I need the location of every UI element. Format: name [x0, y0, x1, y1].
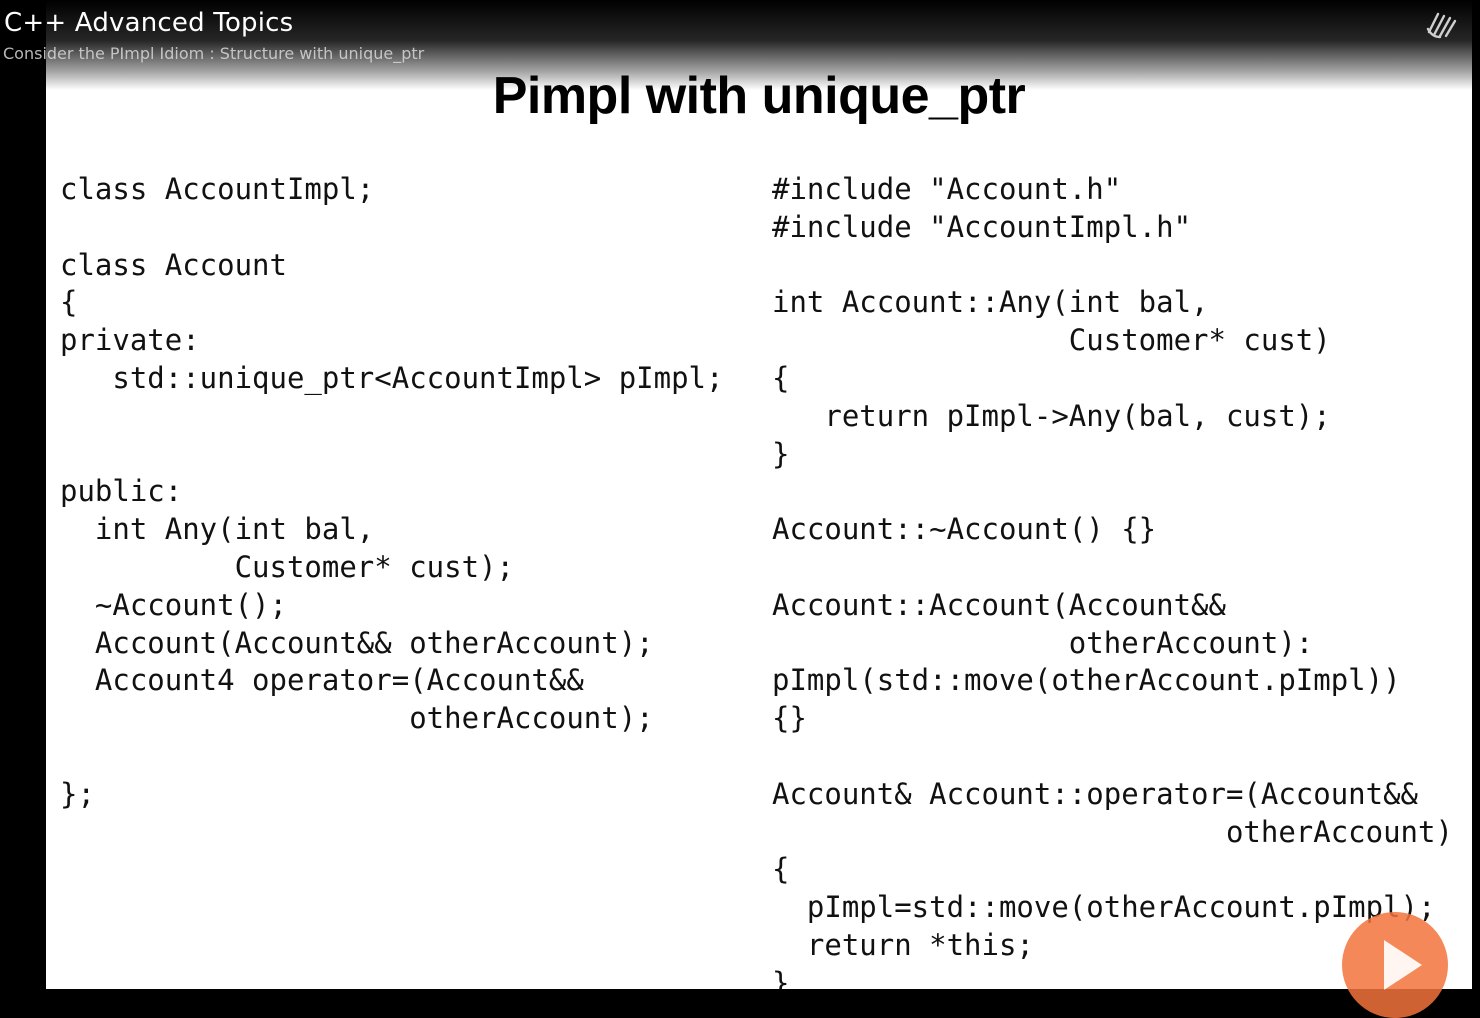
code-line: ~Account();	[60, 587, 287, 622]
code-line: Account::~Account() {}	[772, 512, 1157, 547]
code-line: class Account	[60, 247, 287, 282]
code-line: private:	[60, 323, 200, 358]
module-title: Consider the PImpl Idiom : Structure wit…	[3, 44, 425, 63]
code-line: otherAccount);	[60, 701, 654, 736]
code-line: std::unique_ptr<AccountImpl> pImpl;	[60, 360, 724, 395]
code-line: Customer* cust);	[60, 549, 514, 584]
code-line: Account(Account&& otherAccount);	[60, 625, 654, 660]
code-line: {	[772, 360, 790, 395]
code-line: otherAccount)	[772, 814, 1453, 849]
code-line: }	[772, 436, 790, 471]
play-button[interactable]	[1342, 912, 1448, 1018]
code-line: otherAccount):	[772, 625, 1314, 660]
code-line: return pImpl->Any(bal, cust);	[772, 398, 1331, 433]
code-line: pImpl=std::move(otherAccount.pImpl);	[772, 890, 1436, 925]
slide: Pimpl with unique_ptr class AccountImpl;…	[46, 0, 1472, 989]
code-line: #include "Account.h"	[772, 172, 1122, 206]
code-line: Account::Account(Account&&	[772, 587, 1226, 622]
code-line: #include "AccountImpl.h"	[772, 209, 1192, 244]
code-line: Account4 operator=(Account&&	[60, 663, 584, 698]
code-line: Customer* cust)	[772, 323, 1331, 358]
code-line: Account& Account::operator=(Account&&	[772, 776, 1419, 811]
course-title: C++ Advanced Topics	[4, 8, 294, 38]
header-code-block: class AccountImpl; class Account{private:…	[60, 171, 723, 814]
pluralsight-logo-icon	[1426, 12, 1457, 39]
code-line: {}	[772, 701, 807, 736]
code-line: };	[60, 776, 95, 811]
code-line: class AccountImpl;	[60, 172, 375, 206]
slide-title: Pimpl with unique_ptr	[492, 67, 1026, 125]
code-line: {	[60, 285, 78, 320]
implementation-code-block: #include "Account.h" #include "AccountImp…	[772, 171, 1453, 989]
code-line: public:	[60, 474, 183, 509]
code-line: int Account::Any(int bal,	[772, 285, 1209, 320]
code-line: {	[772, 852, 790, 887]
code-line: int Any(int bal,	[60, 512, 375, 547]
code-line: pImpl(std::move(otherAccount.pImpl))	[772, 663, 1401, 698]
